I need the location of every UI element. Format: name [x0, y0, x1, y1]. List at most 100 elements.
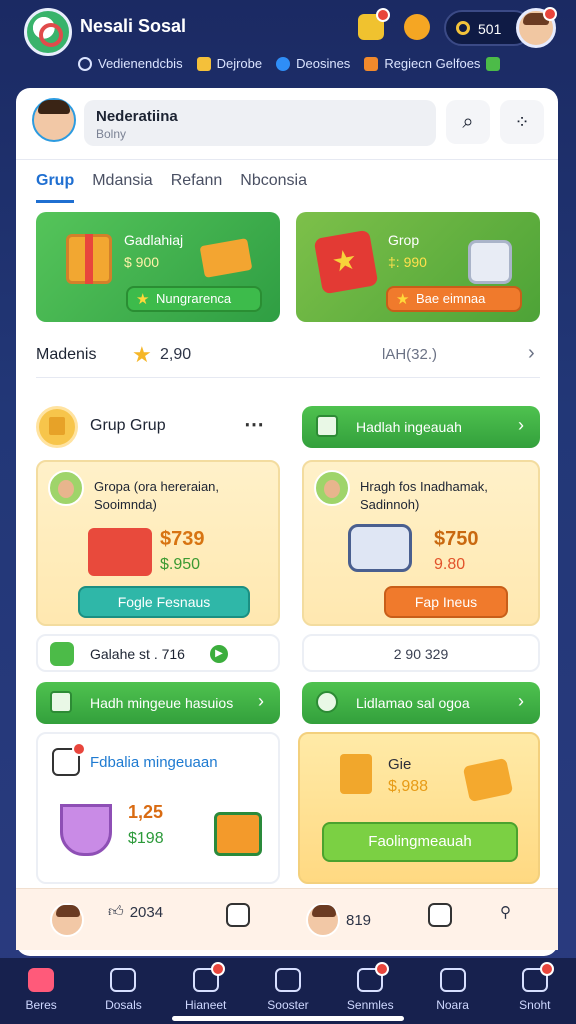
top-link-search[interactable]: Vedienendcbis [78, 56, 183, 71]
coin-count: 501 [478, 21, 502, 37]
ticket-icon [357, 962, 390, 992]
offer-price-secondary: $.950 [160, 556, 201, 573]
nav-label: Beres [25, 998, 57, 1012]
chevron-right-icon: › [518, 691, 524, 711]
cart-icon [226, 903, 250, 927]
seller-avatar [48, 470, 84, 506]
safe-box-icon [348, 524, 412, 572]
nav-label: Senmles [346, 998, 394, 1012]
coin-icon[interactable] [404, 14, 430, 40]
gold-bar-icon [462, 757, 514, 803]
ticket-icon [50, 642, 74, 666]
nav-label: Dosals [105, 998, 142, 1012]
profile-field[interactable]: Nederatiina Bolny [84, 100, 436, 146]
chat-icon [316, 691, 338, 713]
stat-pill-1[interactable]: Galahe st . 716 ▶ [36, 634, 280, 672]
green-action-top[interactable]: Hadlah ingeauah › [302, 406, 540, 448]
profile-subtitle: Bolny [96, 127, 127, 141]
green-action-label: Hadlah ingeauah [356, 419, 462, 435]
nav-hianeet[interactable]: Hianeet [165, 958, 247, 1024]
nav-dosals[interactable]: Dosals [82, 958, 164, 1024]
store-icon [274, 968, 301, 992]
offer-card-2[interactable]: Hragh fos Inadhamak, Sadinnoh) $750 9.80… [302, 460, 540, 626]
search-button[interactable]: ⌕ [446, 100, 490, 144]
nav-senmles[interactable]: Senmles [329, 958, 411, 1024]
deal-value-1: 1,25 [128, 802, 164, 822]
section-title: Grup Grup [90, 417, 166, 434]
notification-badge [376, 8, 390, 22]
avatar [50, 903, 84, 937]
top-link-smile[interactable]: Dejrobe [196, 56, 262, 71]
offer-button[interactable]: Fogle Fesnaus [78, 586, 250, 618]
promo-price: ‡: 990 [388, 254, 427, 270]
top-links: Vedienendcbis Dejrobe Deosines Regiecn G… [78, 56, 501, 71]
likes-count: 2034 [129, 903, 164, 921]
user-avatar[interactable] [516, 7, 557, 48]
top-link-drop[interactable]: Deosines [276, 56, 350, 71]
deal-title: Fdbalia mingeuaan [90, 754, 218, 771]
nav-home[interactable]: Beres [0, 958, 82, 1024]
likes[interactable]: 👍︎ 2034 [108, 903, 163, 921]
bottom-strip: 👍︎ 2034 819 ⚲ [16, 888, 558, 950]
nav-label: Sooster [267, 998, 309, 1012]
app-title: Nesali Sosal [80, 16, 187, 36]
offer-button[interactable]: Fap Ineus [384, 586, 508, 618]
green-action-right[interactable]: Lidlamao sal ogoa › [302, 682, 540, 724]
nav-noara[interactable]: Noara [411, 958, 493, 1024]
offer-card-1[interactable]: Gropa (ora hereraian, Sooimnda) $739 $.9… [36, 460, 280, 626]
gift-icon [364, 56, 379, 71]
section-header: Grup Grup ⋯ [36, 404, 280, 450]
green-action-label: Hadh mingeue hasuios [90, 695, 234, 711]
gift-box-icon [214, 812, 262, 856]
thumbs-up-icon: 👍︎ [108, 903, 124, 920]
play-icon[interactable]: ▶ [210, 645, 228, 663]
notification-badge [375, 962, 390, 976]
rating-row[interactable]: Madenis ★ 2,90 lAH(32.) › [36, 336, 540, 378]
stat-pill-2[interactable]: 2 90 329 [302, 634, 540, 672]
promo-card-1[interactable]: Gadlahiaj $ 900 Nungrarenca [36, 212, 280, 322]
nav-label: Noara [436, 998, 469, 1012]
deal-card-1[interactable]: Fdbalia mingeuaan 1,25 $198 [36, 732, 280, 884]
gold-bar-icon [199, 238, 253, 278]
green-action-left[interactable]: Hadh mingeue hasuios › [36, 682, 280, 724]
top-link-gift[interactable]: Regiecn Gelfoes [364, 56, 501, 71]
user-icon [521, 962, 554, 992]
deal-button[interactable]: Faolingmeauah [322, 822, 518, 862]
nav-snoht[interactable]: Snoht [494, 958, 576, 1024]
deal-card-2[interactable]: Gie $,988 Faolingmeauah [298, 732, 540, 884]
more-button[interactable]: ⁘ [500, 100, 544, 144]
tab-nbconsia[interactable]: Nbconsia [240, 172, 307, 203]
seller-avatar [314, 470, 350, 506]
bottom-avatar-2[interactable]: 819 [306, 903, 371, 937]
star-icon: ★ [132, 342, 152, 367]
game-button[interactable] [428, 903, 452, 927]
coin-ring-icon [456, 21, 470, 35]
cart-button[interactable] [226, 903, 250, 927]
search-icon: ⌕ [462, 110, 474, 133]
bottom-avatar-1[interactable] [50, 903, 84, 937]
bottom-nav: Beres Dosals Hianeet Sooster Senmles Noa… [0, 958, 576, 1024]
notification-badge [72, 742, 86, 756]
profile-avatar[interactable] [32, 98, 76, 142]
rating-label: Madenis [36, 346, 97, 363]
more-dots-icon[interactable]: ⋯ [244, 412, 264, 437]
home-indicator[interactable] [172, 1016, 404, 1021]
promo-title: Grop [388, 232, 420, 248]
gold-trophy-icon [340, 754, 372, 794]
promo-button[interactable]: Bae eimnaa [386, 286, 522, 312]
promo-button[interactable]: Nungrarenca [126, 286, 262, 312]
promo-card-2[interactable]: Grop ‡: 990 Bae eimnaa [296, 212, 540, 322]
deal-price: $,988 [388, 778, 429, 795]
rating-right: lAH(32.) [382, 346, 438, 363]
search-icon [78, 56, 92, 71]
bottom-count: 819 [346, 911, 372, 929]
tab-mdansia[interactable]: Mdansia [92, 172, 152, 203]
nav-sooster[interactable]: Sooster [247, 958, 329, 1024]
deal-title: Gie [388, 756, 412, 773]
tab-refann[interactable]: Refann [171, 172, 223, 203]
app-logo[interactable] [24, 8, 72, 56]
tab-grup[interactable]: Grup [36, 172, 75, 203]
gift-icon[interactable] [358, 8, 390, 40]
profile-button[interactable]: ⚲ [500, 903, 511, 921]
photo-icon [110, 968, 137, 992]
